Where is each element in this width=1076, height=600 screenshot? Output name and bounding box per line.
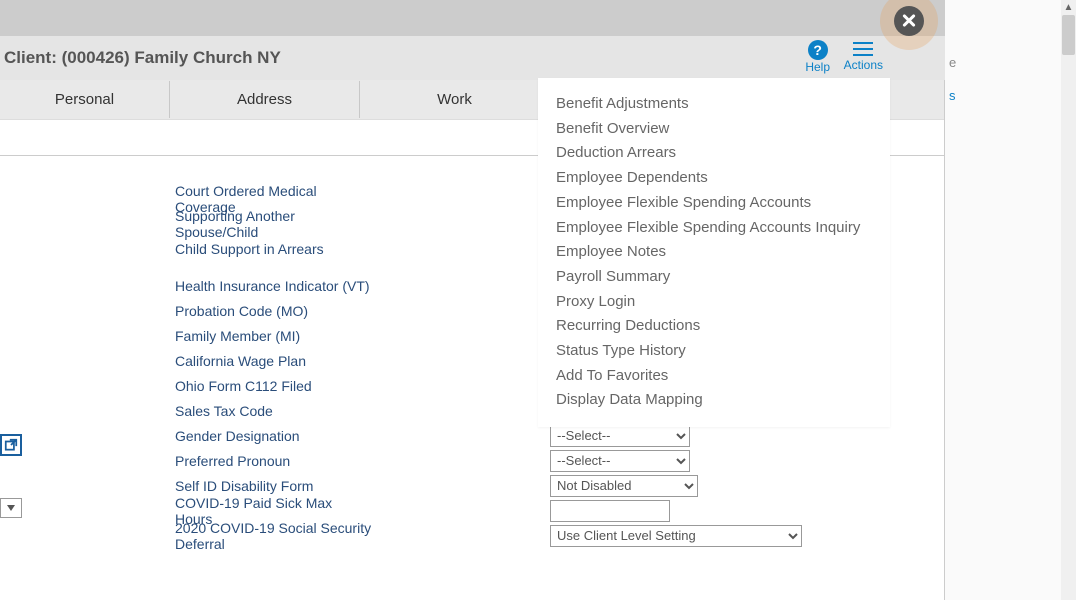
stray-dropdown[interactable]: [0, 498, 22, 518]
popout-icon[interactable]: [0, 434, 22, 456]
tab-address[interactable]: Address: [170, 81, 360, 118]
close-icon: [894, 6, 924, 36]
help-button[interactable]: ? Help: [805, 40, 830, 74]
menu-benefit-adjustments[interactable]: Benefit Adjustments: [556, 92, 872, 117]
menu-benefit-overview[interactable]: Benefit Overview: [556, 117, 872, 142]
gender-select[interactable]: --Select--: [550, 425, 690, 447]
self-id-select[interactable]: Not Disabled: [550, 475, 698, 497]
vertical-scrollbar[interactable]: ▲: [1061, 0, 1076, 600]
label-supporting: Supporting Another Spouse/Child: [0, 208, 370, 240]
right-stub-e: e: [949, 55, 956, 70]
menu-status-type-history[interactable]: Status Type History: [556, 339, 872, 364]
help-label: Help: [805, 60, 830, 74]
menu-payroll-summary[interactable]: Payroll Summary: [556, 265, 872, 290]
menu-efsa[interactable]: Employee Flexible Spending Accounts: [556, 191, 872, 216]
right-stub-s: s: [949, 88, 956, 103]
menu-add-favorites[interactable]: Add To Favorites: [556, 364, 872, 389]
label-child-support: Child Support in Arrears: [0, 241, 370, 257]
hamburger-icon: [853, 42, 873, 56]
menu-employee-notes[interactable]: Employee Notes: [556, 240, 872, 265]
covid-ss-select[interactable]: Use Client Level Setting: [550, 525, 802, 547]
tab-work[interactable]: Work: [360, 81, 550, 118]
help-icon: ?: [808, 40, 828, 60]
menu-employee-dependents[interactable]: Employee Dependents: [556, 166, 872, 191]
label-self-id: Self ID Disability Form: [0, 478, 370, 494]
label-sales-tax: Sales Tax Code: [0, 403, 370, 419]
covid-sick-input[interactable]: [550, 500, 670, 522]
label-family-mi: Family Member (MI): [0, 328, 370, 344]
label-covid-ss: 2020 COVID-19 Social Security Deferral: [0, 520, 380, 552]
label-health-vt: Health Insurance Indicator (VT): [0, 278, 370, 294]
menu-proxy-login[interactable]: Proxy Login: [556, 290, 872, 315]
scroll-thumb[interactable]: [1062, 15, 1075, 55]
client-title: Client: (000426) Family Church NY: [4, 48, 281, 68]
scroll-up-arrow[interactable]: ▲: [1061, 0, 1076, 15]
actions-button[interactable]: Actions: [844, 40, 883, 72]
label-pronoun: Preferred Pronoun: [0, 453, 370, 469]
title-strip: [0, 0, 945, 36]
menu-deduction-arrears[interactable]: Deduction Arrears: [556, 141, 872, 166]
right-sidebar: e s: [945, 0, 1076, 600]
menu-display-data-mapping[interactable]: Display Data Mapping: [556, 388, 872, 413]
header-bar: Client: (000426) Family Church NY ? Help…: [0, 36, 945, 80]
pronoun-select[interactable]: --Select--: [550, 450, 690, 472]
actions-dropdown: Benefit Adjustments Benefit Overview Ded…: [538, 78, 890, 427]
label-probation-mo: Probation Code (MO): [0, 303, 370, 319]
actions-label: Actions: [844, 58, 883, 72]
menu-recurring-deductions[interactable]: Recurring Deductions: [556, 314, 872, 339]
label-ca-wage: California Wage Plan: [0, 353, 370, 369]
label-gender: Gender Designation: [0, 428, 370, 444]
menu-efsa-inquiry[interactable]: Employee Flexible Spending Accounts Inqu…: [556, 216, 872, 241]
label-ohio-c112: Ohio Form C112 Filed: [0, 378, 370, 394]
tab-personal[interactable]: Personal: [0, 81, 170, 118]
